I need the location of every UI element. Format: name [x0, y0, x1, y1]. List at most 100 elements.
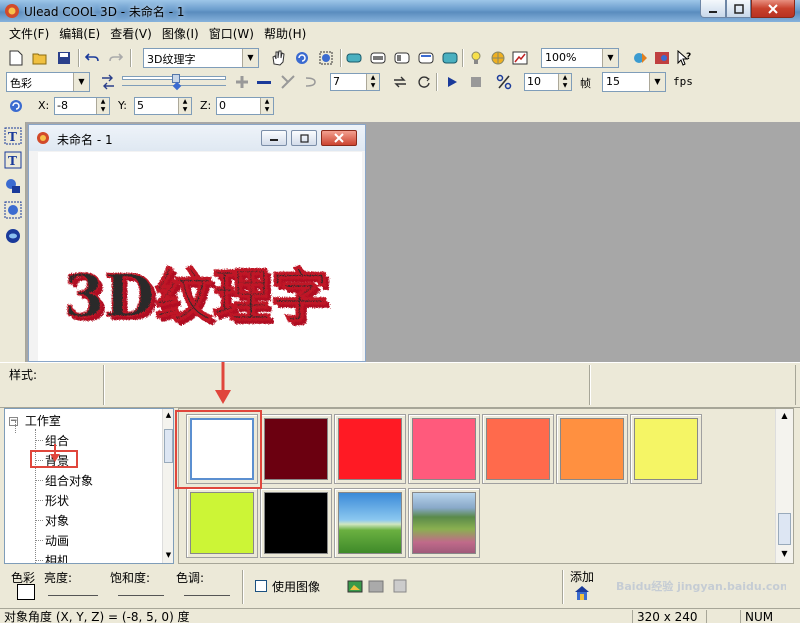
play-button[interactable] — [442, 72, 462, 92]
scroll-down-icon: ▼ — [165, 551, 172, 559]
load-image-button[interactable] — [345, 576, 365, 596]
menu-image[interactable]: 图像(I) — [157, 23, 204, 44]
keyframe-nav-button[interactable] — [98, 72, 118, 92]
edit-shape-button[interactable] — [3, 200, 23, 220]
attribute-combo[interactable]: 色彩 ▼ — [6, 72, 90, 92]
image-options-button[interactable] — [366, 576, 386, 596]
folder-open-icon — [32, 53, 47, 65]
brightness-slider[interactable] — [48, 586, 98, 596]
doc-close-button[interactable] — [321, 130, 357, 146]
use-image-checkbox[interactable] — [255, 580, 267, 592]
tree-scrollbar[interactable]: ▲ ▼ — [162, 409, 173, 563]
view-4-button[interactable] — [416, 48, 436, 68]
size-tool-button[interactable] — [316, 48, 336, 68]
rotate-tool-button[interactable] — [292, 48, 312, 68]
swatch-scroll-thumb[interactable] — [778, 513, 791, 545]
background-color-swatch[interactable] — [556, 414, 628, 484]
text-style-combo[interactable]: 3D纹理字 ▼ — [143, 48, 259, 68]
tree-item-group-object[interactable]: 组合对象 — [45, 472, 93, 489]
doc-maximize-button[interactable] — [291, 130, 317, 146]
view-2-button[interactable] — [368, 48, 388, 68]
position-tool-button[interactable] — [6, 96, 26, 116]
tree-root[interactable]: − 工作室 — [9, 412, 61, 429]
menu-view[interactable]: 查看(V) — [105, 23, 157, 44]
background-color-swatch[interactable] — [334, 414, 406, 484]
fps-combo[interactable]: 15 ▼ — [602, 72, 666, 92]
maximize-button[interactable] — [726, 0, 751, 18]
background-color-swatch[interactable] — [260, 488, 332, 558]
standard-toolbar: 3D纹理字 ▼ 100% ▼ ? — [0, 46, 800, 70]
background-image-swatch[interactable] — [334, 488, 406, 558]
background-color-swatch[interactable] — [408, 414, 480, 484]
image-edit-button[interactable] — [390, 576, 410, 596]
help-pointer-button[interactable]: ? — [674, 48, 694, 68]
easypalette-tree[interactable]: − 工作室 组合 背景 组合对象 形状 对象 动画 相机 ▲ ▼ — [4, 408, 174, 564]
plus-icon — [236, 76, 248, 88]
web-button[interactable] — [630, 48, 650, 68]
color-swatch-button[interactable] — [17, 584, 35, 600]
frame-spinner[interactable]: 7 ▲ ▼ — [330, 73, 380, 91]
menu-edit[interactable]: 编辑(E) — [54, 23, 105, 44]
pingpong-button[interactable] — [414, 72, 434, 92]
new-button[interactable] — [6, 48, 26, 68]
background-color-swatch[interactable] — [630, 414, 702, 484]
loop-button[interactable] — [390, 72, 410, 92]
y-spinner[interactable]: 5 ▲ ▼ — [134, 97, 192, 115]
z-spinner[interactable]: 0 ▲ ▼ — [216, 97, 274, 115]
close-button[interactable] — [751, 0, 795, 18]
web-globe-icon — [634, 53, 647, 63]
saturation-slider[interactable] — [118, 586, 164, 596]
menu-file[interactable]: 文件(F) — [4, 23, 54, 44]
camera-button[interactable] — [510, 48, 530, 68]
add-keyframe-button[interactable] — [232, 72, 252, 92]
view-5-button[interactable] — [440, 48, 460, 68]
frames-spinner[interactable]: 10 ▲ ▼ — [524, 73, 572, 91]
document-title: 未命名 - 1 — [57, 133, 113, 147]
tree-item-camera[interactable]: 相机 — [45, 552, 69, 563]
menu-window[interactable]: 窗口(W) — [204, 23, 259, 44]
tree-item-object[interactable]: 对象 — [45, 512, 69, 529]
tree-item-animation[interactable]: 动画 — [45, 532, 69, 549]
redo-button[interactable] — [106, 48, 126, 68]
background-image-swatch[interactable] — [408, 488, 480, 558]
tree-item-shape[interactable]: 形状 — [45, 492, 69, 509]
undo-button[interactable] — [82, 48, 102, 68]
view-3-button[interactable] — [392, 48, 412, 68]
reverse-button[interactable] — [300, 72, 320, 92]
zoom-combo[interactable]: 100% ▼ — [541, 48, 619, 68]
add-button[interactable] — [572, 583, 592, 603]
menu-bar: 文件(F) 编辑(E) 查看(V) 图像(I) 窗口(W) 帮助(H) — [0, 22, 800, 44]
add-to-palette-icon — [575, 586, 589, 600]
stop-button[interactable] — [466, 72, 486, 92]
background-color-swatch[interactable] — [186, 488, 258, 558]
percent-button[interactable] — [494, 72, 514, 92]
swatch-scrollbar[interactable]: ▲ ▼ — [775, 409, 793, 563]
edit-text-button[interactable]: T — [3, 150, 23, 170]
delete-keyframe-button[interactable] — [254, 72, 274, 92]
globe-button[interactable] — [488, 48, 508, 68]
swatch-fill — [338, 492, 402, 554]
tree-scroll-thumb[interactable] — [164, 429, 173, 463]
view-1-button[interactable] — [344, 48, 364, 68]
spin-arrows-icon: ▲ ▼ — [96, 98, 109, 114]
insert-text-button[interactable]: T — [3, 126, 23, 146]
document-canvas[interactable]: 3D纹理字 3D纹理字 — [38, 152, 362, 361]
open-button[interactable] — [30, 48, 50, 68]
annotation-arrow-down-icon — [215, 362, 231, 404]
timeline-slider[interactable] — [122, 74, 226, 91]
insert-geometry-button[interactable] — [3, 226, 23, 246]
background-color-swatch[interactable] — [260, 414, 332, 484]
doc-minimize-button[interactable] — [261, 130, 287, 146]
x-spinner[interactable]: -8 ▲ ▼ — [54, 97, 110, 115]
minimize-button[interactable] — [700, 0, 726, 18]
save-button[interactable] — [54, 48, 74, 68]
hand-tool-button[interactable] — [268, 48, 288, 68]
insert-shape-button[interactable] — [3, 176, 23, 196]
split-button[interactable] — [278, 72, 298, 92]
menu-help[interactable]: 帮助(H) — [259, 23, 311, 44]
gallery-button[interactable] — [652, 48, 672, 68]
light-button[interactable] — [466, 48, 486, 68]
background-color-swatch[interactable] — [482, 414, 554, 484]
hue-slider[interactable] — [184, 586, 230, 596]
svg-text:?: ? — [686, 52, 691, 62]
